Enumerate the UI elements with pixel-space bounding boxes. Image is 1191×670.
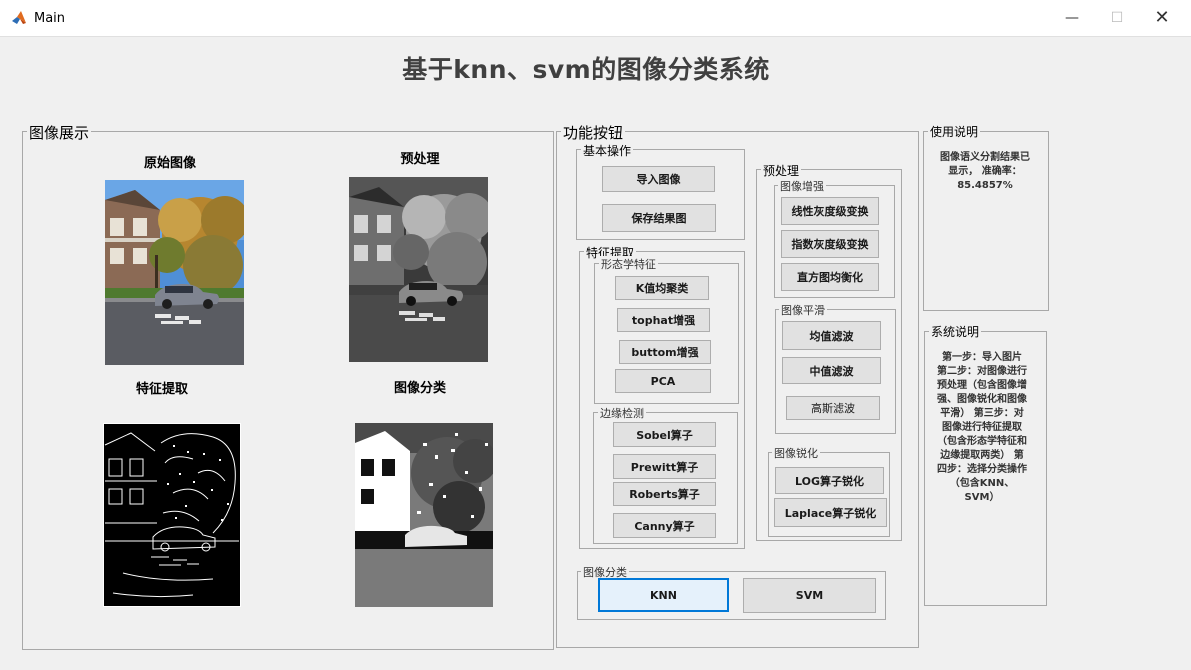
- preprocess-image-caption: 预处理: [400, 152, 440, 167]
- canny-button[interactable]: Canny算子: [613, 513, 716, 538]
- function-buttons-legend: 功能按钮: [561, 122, 626, 143]
- morphology-legend: 形态学特征: [599, 256, 658, 272]
- system-text: 第一步：导入图片 第二步：对图像进行预处理（包含图像增强、图像锐化和图像平滑） …: [937, 352, 1027, 503]
- title-bar: [0, 0, 1191, 37]
- sobel-button[interactable]: Sobel算子: [613, 422, 716, 447]
- exp-gray-transform-button[interactable]: 指数灰度级变换: [781, 230, 879, 258]
- smooth-legend: 图像平滑: [779, 302, 827, 318]
- minimize-icon: —: [1065, 10, 1079, 26]
- minimize-button[interactable]: —: [1049, 0, 1095, 36]
- gaussian-filter-button[interactable]: 高斯滤波: [786, 396, 880, 420]
- prewitt-button[interactable]: Prewitt算子: [613, 454, 716, 479]
- basic-ops-legend: 基本操作: [581, 142, 634, 159]
- log-sharpen-button[interactable]: LOG算子锐化: [775, 467, 884, 494]
- save-result-button[interactable]: 保存结果图: [602, 204, 716, 232]
- feature-extraction-image: [103, 423, 241, 607]
- edge-detection-legend: 边缘检测: [598, 405, 646, 421]
- sharpen-legend: 图像锐化: [772, 445, 820, 461]
- system-legend: 系统说明: [929, 323, 982, 340]
- matlab-app-icon: [11, 10, 27, 26]
- kmeans-button[interactable]: K值均聚类: [615, 276, 709, 300]
- image-display-legend: 图像展示: [27, 122, 92, 143]
- usage-text: 图像语义分割结果已显示， 准确率：85.4857%: [940, 152, 1030, 191]
- classify-image-caption: 图像分类: [393, 381, 446, 396]
- maximize-icon: ☐: [1110, 10, 1124, 26]
- linear-gray-transform-button[interactable]: 线性灰度级变换: [781, 197, 879, 225]
- import-image-button[interactable]: 导入图像: [602, 166, 715, 192]
- mean-filter-button[interactable]: 均值滤波: [782, 321, 881, 350]
- original-image: [105, 180, 244, 365]
- original-image-caption: 原始图像: [143, 156, 196, 171]
- preprocessed-image: [349, 177, 488, 362]
- knn-button[interactable]: KNN: [598, 578, 729, 612]
- roberts-button[interactable]: Roberts算子: [613, 482, 716, 506]
- svm-button[interactable]: SVM: [743, 578, 876, 613]
- histogram-equalization-button[interactable]: 直方图均衡化: [781, 263, 879, 291]
- classification-result-image: [355, 423, 493, 607]
- feature-image-caption: 特征提取: [135, 382, 188, 397]
- window-title: Main: [34, 11, 66, 26]
- tophat-button[interactable]: tophat增强: [617, 308, 710, 332]
- maximize-button[interactable]: ☐: [1094, 0, 1140, 36]
- close-icon: ✕: [1154, 7, 1170, 28]
- enhance-legend: 图像增强: [778, 178, 826, 194]
- close-button[interactable]: ✕: [1139, 0, 1185, 36]
- app-title: 基于knn、svm的图像分类系统: [402, 55, 770, 84]
- buttom-button[interactable]: buttom增强: [619, 340, 711, 364]
- preprocess-legend: 预处理: [761, 162, 802, 179]
- median-filter-button[interactable]: 中值滤波: [782, 357, 881, 384]
- laplace-sharpen-button[interactable]: Laplace算子锐化: [774, 498, 887, 527]
- pca-button[interactable]: PCA: [615, 369, 711, 393]
- usage-legend: 使用说明: [928, 123, 981, 140]
